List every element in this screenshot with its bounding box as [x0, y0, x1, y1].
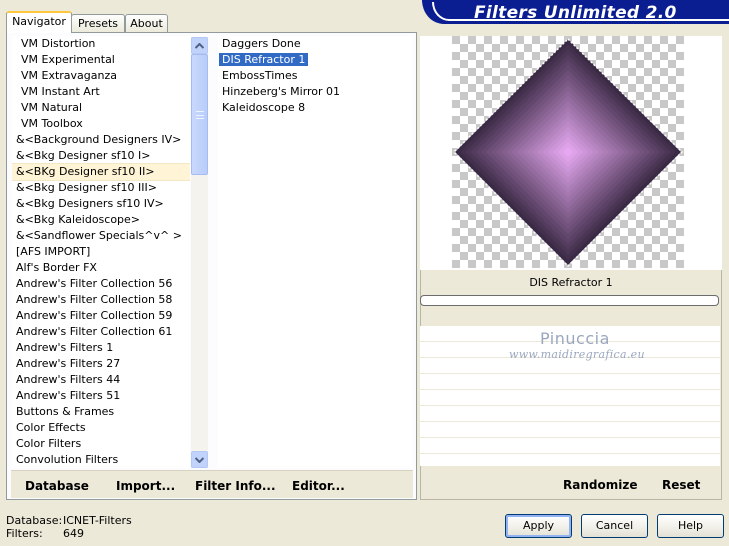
- category-item[interactable]: Buttons & Frames: [12, 404, 190, 420]
- preview-image: [420, 36, 722, 270]
- category-item[interactable]: &<Bkg Designer sf10 III>: [12, 180, 190, 196]
- watermark-name: Pinuccia: [540, 329, 610, 348]
- progress-bar: [420, 295, 719, 306]
- category-item[interactable]: Andrew's Filter Collection 56: [12, 276, 190, 292]
- status-database: Database:ICNET-Filters: [6, 514, 132, 527]
- filter-item[interactable]: DIS Refractor 1: [218, 52, 412, 68]
- category-scrollbar[interactable]: [191, 37, 208, 468]
- category-item[interactable]: Alf's Border FX: [12, 260, 190, 276]
- current-filter-name: DIS Refractor 1: [529, 276, 613, 289]
- banner: Filters Unlimited 2.0: [422, 0, 729, 24]
- randomize-button[interactable]: Randomize: [563, 478, 637, 492]
- category-item[interactable]: Andrew's Filter Collection 58: [12, 292, 190, 308]
- scroll-thumb[interactable]: [191, 54, 208, 175]
- filter-item[interactable]: Kaleidoscope 8: [218, 100, 412, 116]
- category-item[interactable]: Andrew's Filters 51: [12, 388, 190, 404]
- help-button[interactable]: Help: [657, 514, 724, 538]
- editor-button[interactable]: Editor...: [292, 479, 345, 493]
- category-item[interactable]: &<Bkg Kaleidoscope>: [12, 212, 190, 228]
- tab-navigator[interactable]: Navigator: [6, 11, 72, 33]
- category-item[interactable]: &<Sandflower Specials^v^ >: [12, 228, 190, 244]
- scroll-up-button[interactable]: [191, 37, 208, 54]
- filter-item[interactable]: EmbossTimes: [218, 68, 412, 84]
- category-item[interactable]: &<Bkg Designer sf10 I>: [12, 148, 190, 164]
- category-item[interactable]: Convolution Filters: [12, 452, 190, 468]
- category-item[interactable]: Andrew's Filters 1: [12, 340, 190, 356]
- filter-list[interactable]: Daggers Done DIS Refractor 1 EmbossTimes Hi…: [218, 36, 412, 468]
- category-item[interactable]: VM Instant Art: [12, 84, 190, 100]
- category-item[interactable]: Andrew's Filter Collection 59: [12, 308, 190, 324]
- right-toolbar: Randomize Reset: [420, 470, 722, 498]
- scroll-down-button[interactable]: [191, 451, 208, 468]
- chevron-down-icon: [194, 457, 205, 464]
- category-item[interactable]: VM Experimental: [12, 52, 190, 68]
- reset-button[interactable]: Reset: [662, 478, 700, 492]
- filter-item[interactable]: Daggers Done: [218, 36, 412, 52]
- category-item[interactable]: VM Toolbox: [12, 116, 190, 132]
- banner-title: Filters Unlimited 2.0: [474, 3, 677, 23]
- cancel-button[interactable]: Cancel: [581, 514, 648, 538]
- category-item[interactable]: Andrew's Filters 27: [12, 356, 190, 372]
- category-item[interactable]: &<Bkg Designers sf10 IV>: [12, 196, 190, 212]
- category-item[interactable]: VM Distortion: [12, 36, 190, 52]
- import-button[interactable]: Import...: [116, 479, 175, 493]
- category-item[interactable]: VM Natural: [12, 100, 190, 116]
- category-item[interactable]: Color Effects: [12, 420, 190, 436]
- preview-diamond: [452, 36, 684, 268]
- left-toolbar: Database Import... Filter Info... Editor…: [11, 470, 413, 498]
- apply-button[interactable]: Apply: [505, 514, 572, 538]
- database-button[interactable]: Database: [25, 479, 89, 493]
- tab-about[interactable]: About: [125, 14, 168, 33]
- category-list[interactable]: VM Distortion VM Experimental VM Extravaga…: [12, 36, 190, 468]
- category-item[interactable]: &<Background Designers IV>: [12, 132, 190, 148]
- category-item[interactable]: Andrew's Filters 44: [12, 372, 190, 388]
- category-item[interactable]: Color Filters: [12, 436, 190, 452]
- filter-item[interactable]: Hinzeberg's Mirror 01: [218, 84, 412, 100]
- filter-info-button[interactable]: Filter Info...: [195, 479, 276, 493]
- category-item[interactable]: [AFS IMPORT]: [12, 244, 190, 260]
- status-filters: Filters: 649: [6, 527, 84, 540]
- category-item[interactable]: VM Extravaganza: [12, 68, 190, 84]
- category-item[interactable]: Andrew's Filter Collection 61: [12, 324, 190, 340]
- category-item[interactable]: &<BKg Designer sf10 II>: [12, 163, 190, 181]
- watermark-url: www.maidiregrafica.eu: [509, 348, 645, 361]
- tab-presets[interactable]: Presets: [71, 14, 125, 33]
- chevron-up-icon: [194, 42, 205, 49]
